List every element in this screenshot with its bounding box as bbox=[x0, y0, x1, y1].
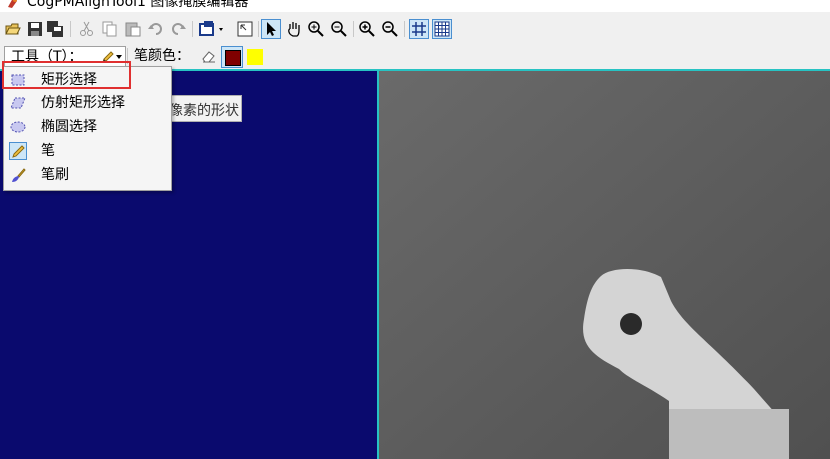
main-toolbar bbox=[0, 15, 830, 43]
menu-item-pen[interactable]: 笔 bbox=[5, 140, 169, 163]
chevron-down-icon bbox=[116, 55, 122, 59]
copy-icon[interactable] bbox=[101, 20, 119, 38]
brush-icon bbox=[10, 167, 26, 183]
save-icon[interactable] bbox=[26, 20, 44, 38]
open-icon[interactable] bbox=[4, 20, 22, 38]
pen-icon bbox=[9, 142, 27, 160]
fit-icon[interactable] bbox=[236, 20, 254, 38]
app-icon bbox=[6, 0, 19, 9]
menu-item-label: 仿射矩形选择 bbox=[41, 95, 125, 111]
paste-icon[interactable] bbox=[124, 20, 142, 38]
part-image bbox=[379, 71, 830, 459]
window-title: CogPMAlignTool1 图像掩膜编辑器 bbox=[27, 0, 249, 10]
highlight-annotation bbox=[2, 61, 131, 89]
image-dropdown-icon[interactable] bbox=[198, 20, 226, 38]
pixel-grid-icon[interactable] bbox=[432, 19, 452, 39]
undo-icon[interactable] bbox=[147, 20, 165, 38]
menu-item-label: 椭圆选择 bbox=[41, 119, 97, 135]
zoom-region-in-icon[interactable] bbox=[358, 20, 376, 38]
pen-color-swatch-yellow[interactable] bbox=[244, 46, 264, 66]
toolbar-separator bbox=[404, 21, 405, 37]
affine-rect-select-icon bbox=[10, 95, 26, 111]
redo-icon[interactable] bbox=[169, 20, 187, 38]
ellipse-select-icon bbox=[10, 119, 26, 135]
pen-color-swatch-dark-red[interactable] bbox=[221, 46, 243, 68]
menu-item-ellipse-select[interactable]: 椭圆选择 bbox=[5, 116, 169, 139]
eraser-icon[interactable] bbox=[201, 48, 217, 64]
pointer-icon[interactable] bbox=[261, 19, 281, 39]
toolbar-separator bbox=[192, 21, 193, 37]
pane-divider[interactable] bbox=[377, 69, 379, 459]
pen-color-label: 笔颜色： bbox=[134, 48, 190, 64]
color-swatch bbox=[225, 50, 241, 66]
toolbar-separator bbox=[258, 21, 259, 37]
menu-item-affine-rect-select[interactable]: 仿射矩形选择 bbox=[5, 92, 169, 115]
title-bar: CogPMAlignTool1 图像掩膜编辑器 bbox=[0, 0, 830, 12]
pan-icon[interactable] bbox=[285, 20, 303, 38]
menu-item-brush[interactable]: 笔刷 bbox=[5, 164, 169, 187]
tooltip-text: 像素的形状 bbox=[169, 103, 239, 119]
color-swatch bbox=[247, 49, 263, 65]
cut-icon[interactable] bbox=[78, 20, 96, 38]
menu-item-label: 笔刷 bbox=[41, 167, 69, 183]
toolbar-separator bbox=[70, 21, 71, 37]
grid-icon[interactable] bbox=[409, 19, 429, 39]
menu-item-label: 笔 bbox=[41, 143, 55, 159]
toolbar-separator bbox=[353, 21, 354, 37]
zoom-in-icon[interactable] bbox=[307, 20, 325, 38]
zoom-region-out-icon[interactable] bbox=[381, 20, 399, 38]
save-all-icon[interactable] bbox=[46, 20, 64, 38]
image-canvas[interactable] bbox=[379, 71, 830, 459]
zoom-out-icon[interactable] bbox=[330, 20, 348, 38]
tooltip: 像素的形状 bbox=[160, 95, 242, 122]
